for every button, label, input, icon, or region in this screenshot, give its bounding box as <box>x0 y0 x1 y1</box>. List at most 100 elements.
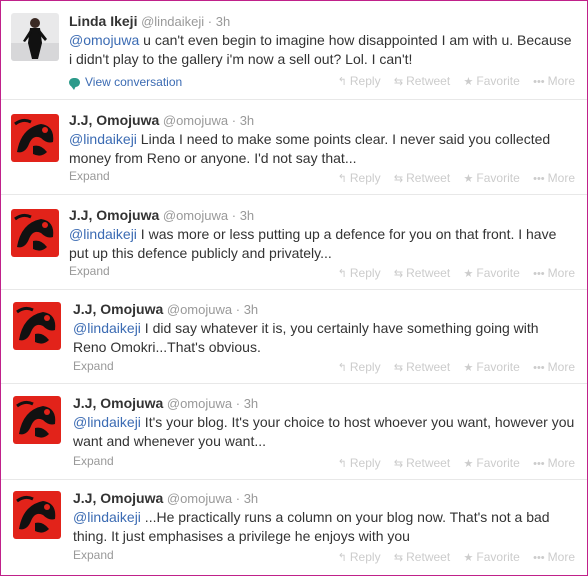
tweet-text-line2: Reno Omokri...That's obvious. <box>73 339 261 355</box>
retweet-label: Retweet <box>406 266 451 280</box>
avatar[interactable] <box>13 302 61 350</box>
expand-link[interactable]: Expand <box>69 169 110 183</box>
separator-dot: · <box>231 208 237 223</box>
tweet-author-name[interactable]: J.J, Omojuwa <box>69 112 159 128</box>
tweet-mention[interactable]: @lindaikeji <box>73 414 141 430</box>
retweet-icon: ⇆ <box>393 268 404 280</box>
tweet-mention[interactable]: @lindaikeji <box>73 320 141 336</box>
tweet-timestamp[interactable]: 3h <box>244 396 258 411</box>
retweet-action[interactable]: ⇆ Retweet <box>394 266 450 280</box>
retweet-label: Retweet <box>406 550 451 564</box>
reply-label: Reply <box>349 360 381 374</box>
reply-action[interactable]: ↰ Reply <box>338 456 381 470</box>
more-action[interactable]: ••• More <box>533 360 575 374</box>
favorite-label: Favorite <box>476 171 520 185</box>
avatar-image <box>13 491 61 539</box>
tweet-timestamp[interactable]: 3h <box>240 113 254 128</box>
reply-action[interactable]: ↰ Reply <box>338 171 381 185</box>
tweet[interactable]: J.J, Omojuwa @omojuwa · 3h @lindaikeji .… <box>1 480 587 575</box>
reply-action[interactable]: ↰ Reply <box>338 266 381 280</box>
tweet-text-line2: want and whenever you want... <box>73 433 267 449</box>
favorite-label: Favorite <box>476 266 520 280</box>
avatar[interactable] <box>13 396 61 444</box>
more-action[interactable]: ••• More <box>533 171 575 185</box>
tweet-text-line2: i didn't play to the gallery i'm now a s… <box>69 51 413 67</box>
more-action[interactable]: ••• More <box>533 550 575 564</box>
separator-dot: · <box>207 14 213 29</box>
separator-dot: · <box>231 113 237 128</box>
reply-action[interactable]: ↰ Reply <box>338 360 381 374</box>
tweet-timestamp[interactable]: 3h <box>240 208 254 223</box>
retweet-label: Retweet <box>406 74 451 88</box>
retweet-action[interactable]: ⇆ Retweet <box>394 74 450 88</box>
expand-link[interactable]: Expand <box>73 454 114 468</box>
favorite-action[interactable]: ★ Favorite <box>464 74 520 88</box>
avatar-image <box>11 209 59 257</box>
favorite-action[interactable]: ★ Favorite <box>464 360 520 374</box>
reply-label: Reply <box>349 74 381 88</box>
retweet-label: Retweet <box>406 456 451 470</box>
tweet-timestamp[interactable]: 3h <box>244 302 258 317</box>
tweet-author-handle[interactable]: @omojuwa <box>163 208 228 223</box>
avatar[interactable] <box>11 13 59 61</box>
tweet-text-line1: ...He practically runs a column on your … <box>140 509 550 525</box>
retweet-action[interactable]: ⇆ Retweet <box>394 171 450 185</box>
tweet-text: @omojuwa u can't even begin to imagine h… <box>69 31 572 69</box>
tweet-author-name[interactable]: J.J, Omojuwa <box>73 301 163 317</box>
avatar[interactable] <box>13 491 61 539</box>
retweet-icon: ⇆ <box>393 458 404 470</box>
avatar[interactable] <box>11 209 59 257</box>
reply-icon: ↰ <box>337 76 347 88</box>
expand-link[interactable]: Expand <box>73 548 114 562</box>
retweet-action[interactable]: ⇆ Retweet <box>394 360 450 374</box>
tweet[interactable]: J.J, Omojuwa @omojuwa · 3h @lindaikeji I… <box>1 290 587 384</box>
more-action[interactable]: ••• More <box>533 266 575 280</box>
tweet[interactable]: J.J, Omojuwa @omojuwa · 3h @lindaikeji I… <box>1 195 587 290</box>
tweet-author-name[interactable]: J.J, Omojuwa <box>73 490 163 506</box>
tweet-actions: ↰ Reply ⇆ Retweet ★ Favorite ••• More <box>328 360 575 374</box>
tweet-author-handle[interactable]: @omojuwa <box>163 113 228 128</box>
conversation-bubble-icon <box>69 78 80 90</box>
retweet-icon: ⇆ <box>393 173 404 185</box>
more-action[interactable]: ••• More <box>533 456 575 470</box>
expand-link[interactable]: Expand <box>73 359 114 373</box>
tweet-text: @lindaikeji ...He practically runs a col… <box>73 508 550 546</box>
reply-label: Reply <box>349 456 381 470</box>
retweet-action[interactable]: ⇆ Retweet <box>394 550 450 564</box>
tweet[interactable]: Linda Ikeji @lindaikeji · 3h @omojuwa u … <box>1 1 587 100</box>
tweet-author-name[interactable]: J.J, Omojuwa <box>69 207 159 223</box>
tweet-author-handle[interactable]: @lindaikeji <box>141 14 204 29</box>
retweet-action[interactable]: ⇆ Retweet <box>394 456 450 470</box>
avatar[interactable] <box>11 114 59 162</box>
avatar-image <box>11 114 59 162</box>
favorite-action[interactable]: ★ Favorite <box>464 550 520 564</box>
favorite-action[interactable]: ★ Favorite <box>464 456 520 470</box>
tweet-mention[interactable]: @omojuwa <box>69 32 139 48</box>
more-icon: ••• <box>533 76 545 88</box>
tweet-timestamp[interactable]: 3h <box>244 491 258 506</box>
more-label: More <box>547 74 575 88</box>
tweet-author-name[interactable]: Linda Ikeji <box>69 13 137 29</box>
tweet-text-line1: u can't even begin to imagine how disapp… <box>139 32 572 48</box>
tweet[interactable]: J.J, Omojuwa @omojuwa · 3h @lindaikeji L… <box>1 100 587 195</box>
reply-action[interactable]: ↰ Reply <box>338 74 381 88</box>
tweet-mention[interactable]: @lindaikeji <box>69 131 137 147</box>
favorite-action[interactable]: ★ Favorite <box>464 171 520 185</box>
view-conversation-link[interactable]: View conversation <box>69 75 182 90</box>
more-label: More <box>547 266 575 280</box>
tweet-author-handle[interactable]: @omojuwa <box>167 396 232 411</box>
tweet-timestamp[interactable]: 3h <box>216 14 230 29</box>
tweet[interactable]: J.J, Omojuwa @omojuwa · 3h @lindaikeji I… <box>1 384 587 480</box>
expand-link[interactable]: Expand <box>69 264 110 278</box>
tweet-mention[interactable]: @lindaikeji <box>73 509 141 525</box>
tweet-author-handle[interactable]: @omojuwa <box>167 491 232 506</box>
reply-action[interactable]: ↰ Reply <box>338 550 381 564</box>
reply-icon: ↰ <box>337 268 347 280</box>
tweet-author-handle[interactable]: @omojuwa <box>167 302 232 317</box>
star-icon: ★ <box>463 362 474 374</box>
tweet-author-name[interactable]: J.J, Omojuwa <box>73 395 163 411</box>
tweet-mention[interactable]: @lindaikeji <box>69 226 137 242</box>
tweet-text: @lindaikeji I did say whatever it is, yo… <box>73 319 539 357</box>
favorite-action[interactable]: ★ Favorite <box>464 266 520 280</box>
more-action[interactable]: ••• More <box>533 74 575 88</box>
